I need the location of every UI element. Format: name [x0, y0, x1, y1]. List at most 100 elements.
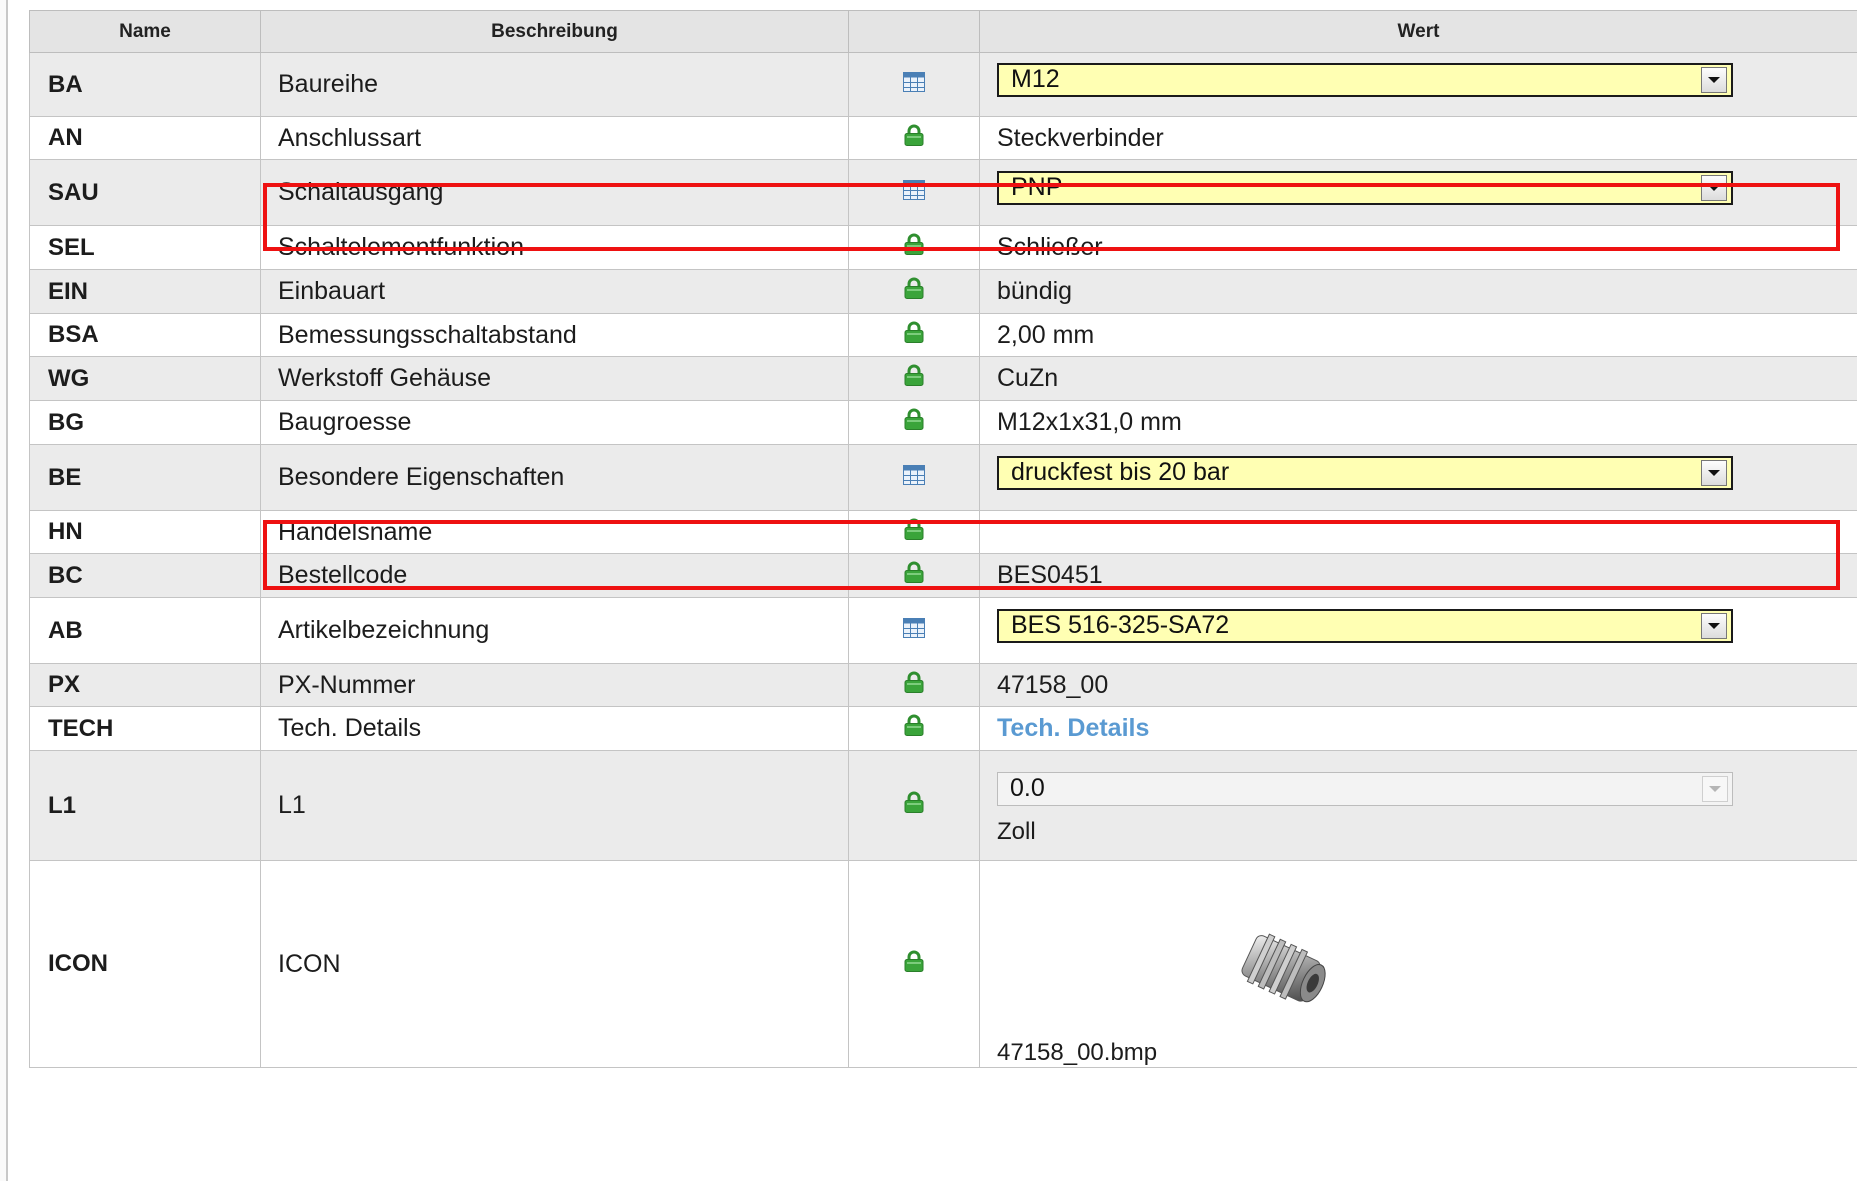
table-icon[interactable]: [903, 616, 925, 644]
dropdown-selected-value: PNP: [1011, 173, 1063, 201]
row-description: Tech. Details: [260, 706, 849, 751]
row-description: Artikelbezeichnung: [260, 597, 849, 664]
value-dropdown-be[interactable]: druckfest bis 20 bar: [997, 455, 1733, 490]
row-value-cell: BES 516-325-SA72: [979, 597, 1857, 664]
left-panel-edge: [0, 0, 8, 1181]
table-row-be[interactable]: BE Besondere Eigenschaften druckfest bis 2…: [29, 444, 1857, 511]
value-dropdown-sau[interactable]: PNP: [997, 170, 1733, 205]
table-row-bc[interactable]: BC Bestellcode BES0451: [29, 553, 1857, 598]
row-code: L1: [29, 750, 261, 861]
chevron-down-icon[interactable]: [1701, 66, 1727, 93]
row-code: SAU: [29, 159, 261, 226]
table-row-l1[interactable]: L1 L1 0.0 Zoll: [29, 750, 1857, 861]
table-row-ein[interactable]: EIN Einbauart bündig: [29, 269, 1857, 314]
row-value-cell: druckfest bis 20 bar: [979, 444, 1857, 511]
table-row-wg[interactable]: WG Werkstoff Gehäuse CuZn: [29, 356, 1857, 401]
row-description: Schaltelementfunktion: [260, 225, 849, 270]
row-icon-cell: [848, 663, 980, 707]
value-dropdown-ab[interactable]: BES 516-325-SA72: [997, 608, 1733, 643]
header-description[interactable]: Beschreibung: [260, 10, 849, 53]
table-row-ab[interactable]: AB Artikelbezeichnung BES 516-325-SA72: [29, 597, 1857, 664]
table-row-ba[interactable]: BA Baureihe M12: [29, 52, 1857, 117]
lock-icon: [904, 561, 924, 589]
row-icon-cell: [848, 159, 980, 226]
row-value-cell: [979, 510, 1857, 554]
row-icon-cell: [848, 52, 980, 117]
chevron-down-icon[interactable]: [1701, 459, 1727, 486]
row-code: BG: [29, 400, 261, 445]
row-description: Anschlussart: [260, 116, 849, 160]
row-value-cell: Schließer: [979, 225, 1857, 270]
row-value-cell: BES0451: [979, 553, 1857, 598]
row-icon-cell: [848, 860, 980, 1068]
row-code: BC: [29, 553, 261, 598]
row-icon-cell: [848, 706, 980, 751]
value-text: M12x1x31,0 mm: [997, 408, 1182, 436]
row-description: ICON: [260, 860, 849, 1068]
chevron-down-icon[interactable]: [1701, 174, 1727, 201]
row-value-cell: 47158_00: [979, 663, 1857, 707]
value-text: 47158_00: [997, 670, 1109, 699]
row-code: EIN: [29, 269, 261, 314]
row-value-cell: bündig: [979, 269, 1857, 314]
row-description: Handelsname: [260, 510, 849, 554]
table-row-tech[interactable]: TECH Tech. Details Tech. Details: [29, 706, 1857, 751]
dropdown-selected-value: 0.0: [1010, 774, 1045, 802]
row-description: Baugroesse: [260, 400, 849, 445]
table-row-sel[interactable]: SEL Schaltelementfunktion Schließer: [29, 225, 1857, 270]
row-value-cell: 0.0 Zoll: [979, 750, 1857, 861]
header-value[interactable]: Wert: [979, 10, 1857, 53]
row-icon-cell: [848, 400, 980, 445]
row-description: Werkstoff Gehäuse: [260, 356, 849, 401]
row-value-cell: M12: [979, 52, 1857, 117]
row-value-cell: CuZn: [979, 356, 1857, 401]
product-thumbnail: [997, 925, 1857, 1017]
table-row-bg[interactable]: BG Baugroesse M12x1x31,0 mm: [29, 400, 1857, 445]
table-icon[interactable]: [903, 178, 925, 206]
value-dropdown-l1: 0.0: [997, 771, 1733, 806]
row-description: L1: [260, 750, 849, 861]
header-name[interactable]: Name: [29, 10, 261, 53]
dropdown-selected-value: BES 516-325-SA72: [1011, 611, 1230, 639]
row-icon-cell: [848, 313, 980, 357]
row-code: AN: [29, 116, 261, 160]
row-code: AB: [29, 597, 261, 664]
lock-icon: [904, 233, 924, 261]
row-value-cell: PNP: [979, 159, 1857, 226]
tech-details-link[interactable]: Tech. Details: [997, 714, 1149, 742]
table-icon[interactable]: [903, 70, 925, 98]
chevron-down-icon[interactable]: [1701, 612, 1727, 639]
row-value-cell: Tech. Details: [979, 706, 1857, 751]
row-description: PX-Nummer: [260, 663, 849, 707]
value-text: Steckverbinder: [997, 123, 1164, 152]
value-dropdown-ba[interactable]: M12: [997, 62, 1733, 97]
dropdown-selected-value: druckfest bis 20 bar: [1011, 458, 1230, 486]
lock-icon: [904, 791, 924, 819]
row-code: PX: [29, 663, 261, 707]
row-icon-cell: [848, 116, 980, 160]
lock-icon: [904, 518, 924, 546]
table-row-icon[interactable]: ICON ICON 47158_00.bmp: [29, 860, 1857, 1068]
value-text: 2,00 mm: [997, 320, 1095, 349]
lock-icon: [904, 950, 924, 978]
table-row-an[interactable]: AN Anschlussart Steckverbinder: [29, 116, 1857, 160]
row-value-cell: 47158_00.bmp: [979, 860, 1857, 1068]
row-code: BSA: [29, 313, 261, 357]
table-row-bsa[interactable]: BSA Bemessungsschaltabstand 2,00 mm: [29, 313, 1857, 357]
row-icon-cell: [848, 553, 980, 598]
table-icon[interactable]: [903, 463, 925, 491]
table-row-sau[interactable]: SAU Schaltausgang PNP: [29, 159, 1857, 226]
table-row-px[interactable]: PX PX-Nummer 47158_00: [29, 663, 1857, 707]
table-row-hn[interactable]: HN Handelsname: [29, 510, 1857, 554]
row-code: ICON: [29, 860, 261, 1068]
row-icon-cell: [848, 510, 980, 554]
row-description: Schaltausgang: [260, 159, 849, 226]
lock-icon: [904, 364, 924, 392]
row-code: BE: [29, 444, 261, 511]
row-description: Bemessungsschaltabstand: [260, 313, 849, 357]
row-code: BA: [29, 52, 261, 117]
row-description: Einbauart: [260, 269, 849, 314]
row-code: SEL: [29, 225, 261, 270]
row-icon-cell: [848, 225, 980, 270]
header-icon: [848, 10, 980, 53]
